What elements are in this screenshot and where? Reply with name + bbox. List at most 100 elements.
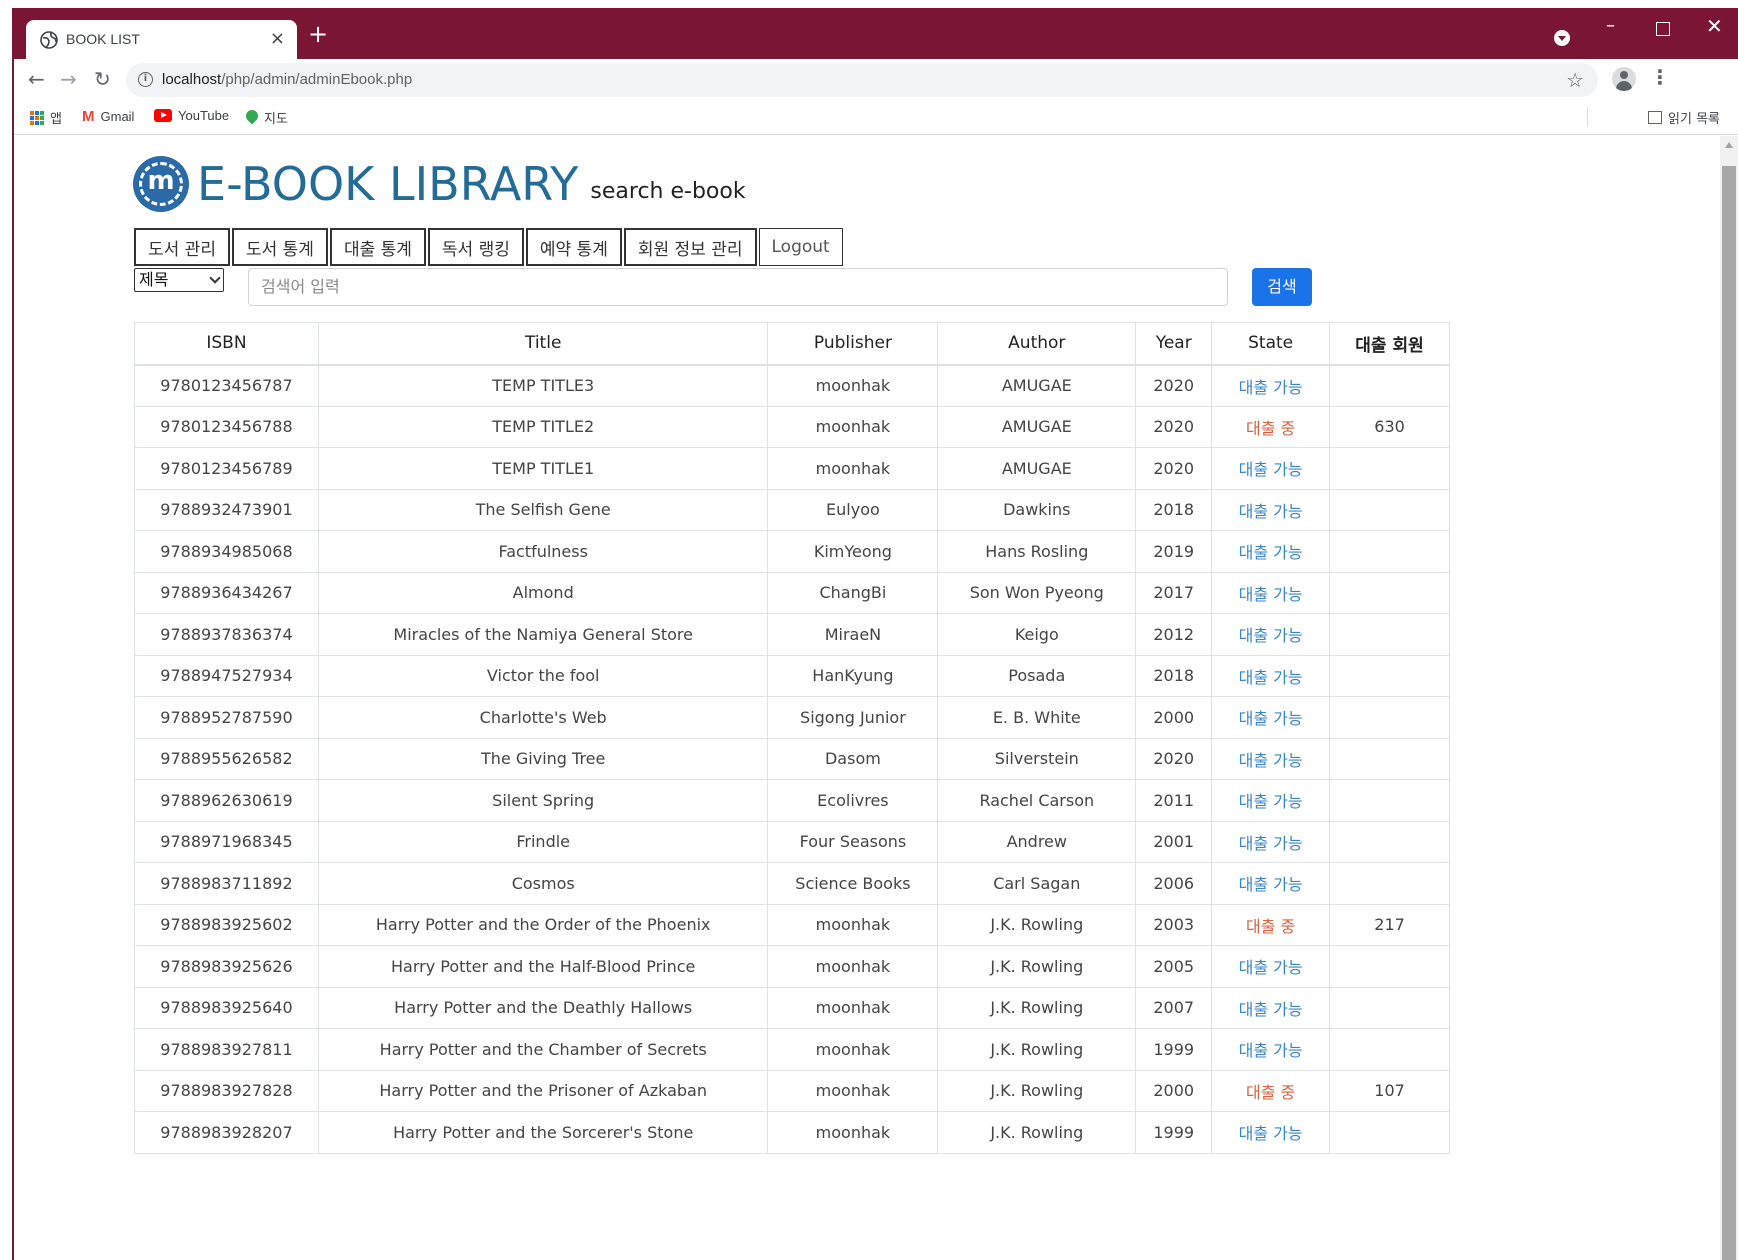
bookmark-apps[interactable]: 앱 xyxy=(30,108,62,127)
table-row[interactable]: 9788955626582 The Giving Tree Dasom Silvers… xyxy=(134,737,1450,780)
cell-state[interactable]: 대출 가능 xyxy=(1211,1028,1331,1071)
cell-state[interactable]: 대출 가능 xyxy=(1211,696,1331,739)
table-row[interactable]: 9780123456787 TEMP TITLE3 moonhak AMUGAE 202… xyxy=(134,364,1450,407)
bookmark-maps[interactable]: 지도 xyxy=(246,108,288,127)
url-text[interactable]: localhost/php/admin/adminEbook.php xyxy=(162,71,412,88)
menu-book-management[interactable]: 도서 관리 xyxy=(134,228,230,266)
table-row[interactable]: 9788962630619 Silent Spring Ecolivres Rache… xyxy=(134,779,1450,822)
cell-title: Harry Potter and the Half-Blood Prince xyxy=(317,945,769,988)
info-icon[interactable]: i xyxy=(138,72,153,87)
cell-state[interactable]: 대출 가능 xyxy=(1211,613,1331,656)
cell-isbn: 9788934985068 xyxy=(134,530,319,573)
cell-isbn: 9780123456788 xyxy=(134,405,319,448)
table-row[interactable]: 9788937836374 Miracles of the Namiya Gene… xyxy=(134,613,1450,656)
cell-state[interactable]: 대출 가능 xyxy=(1211,530,1331,573)
table-row[interactable]: 9788983925626 Harry Potter and the Half-B… xyxy=(134,945,1450,988)
cell-year: 2000 xyxy=(1135,696,1213,739)
cell-state[interactable]: 대출 가능 xyxy=(1211,737,1331,780)
cell-isbn: 9788983711892 xyxy=(134,862,319,905)
page-scrollbar[interactable] xyxy=(1720,136,1738,1260)
table-row[interactable]: 9788936434267 Almond ChangBi Son Won Pyeong… xyxy=(134,571,1450,614)
cell-state[interactable]: 대출 가능 xyxy=(1211,364,1331,407)
cell-author: Son Won Pyeong xyxy=(937,571,1137,614)
profile-avatar-icon[interactable] xyxy=(1612,67,1636,91)
cell-borrower xyxy=(1329,488,1450,531)
cell-title: TEMP TITLE3 xyxy=(317,364,769,407)
profile-dropdown-icon[interactable] xyxy=(1554,30,1570,46)
table-row[interactable]: 9788934985068 Factfulness KimYeong Hans Ros… xyxy=(134,530,1450,573)
cell-state[interactable]: 대출 가능 xyxy=(1211,488,1331,531)
admin-menu: 도서 관리 도서 통계 대출 통계 독서 랭킹 예약 통계 회원 정보 관리 L… xyxy=(134,228,843,266)
cell-publisher: Dasom xyxy=(767,737,939,780)
cell-state[interactable]: 대출 가능 xyxy=(1211,862,1331,905)
cell-state[interactable]: 대출 가능 xyxy=(1211,571,1331,614)
cell-isbn: 9788983925640 xyxy=(134,986,319,1029)
cell-state[interactable]: 대출 가능 xyxy=(1211,447,1331,490)
minimize-icon[interactable]: – xyxy=(1606,16,1615,36)
cell-isbn: 9788937836374 xyxy=(134,613,319,656)
cell-state[interactable]: 대출 가능 xyxy=(1211,654,1331,697)
menu-member-management[interactable]: 회원 정보 관리 xyxy=(623,228,757,266)
table-row[interactable]: 9788932473901 The Selfish Gene Eulyoo Dawki… xyxy=(134,488,1450,531)
cell-state[interactable]: 대출 가능 xyxy=(1211,820,1331,863)
table-row[interactable]: 9788971968345 Frindle Four Seasons Andrew 20… xyxy=(134,820,1450,863)
menu-reservation-stats[interactable]: 예약 통계 xyxy=(525,228,622,266)
cell-borrower xyxy=(1329,862,1450,905)
scroll-up-icon[interactable] xyxy=(1725,142,1733,148)
cell-state[interactable]: 대출 중 xyxy=(1211,1069,1331,1112)
cell-borrower xyxy=(1329,945,1450,988)
cell-isbn: 9788947527934 xyxy=(134,654,319,697)
table-row[interactable]: 9788983711892 Cosmos Science Books Carl Sag… xyxy=(134,862,1450,905)
bookmark-star-icon[interactable]: ☆ xyxy=(1566,68,1584,92)
table-row[interactable]: 9780123456788 TEMP TITLE2 moonhak AMUGAE 202… xyxy=(134,405,1450,448)
reload-icon[interactable]: ↻ xyxy=(94,67,111,91)
kebab-menu-icon[interactable]: ⋮ xyxy=(1650,65,1670,89)
cell-author: J.K. Rowling xyxy=(937,1069,1137,1112)
scroll-thumb[interactable] xyxy=(1722,166,1736,1260)
menu-loan-stats[interactable]: 대출 통계 xyxy=(329,228,426,266)
forward-arrow-icon[interactable]: → xyxy=(60,67,77,91)
logout-button[interactable]: Logout xyxy=(758,228,843,266)
search-field-select[interactable]: 제목 xyxy=(134,268,224,292)
table-row[interactable]: 9788983925640 Harry Potter and the Deathl… xyxy=(134,986,1450,1029)
table-row[interactable]: 9788952787590 Charlotte's Web Sigong Junio… xyxy=(134,696,1450,739)
cell-state[interactable]: 대출 가능 xyxy=(1211,1111,1331,1154)
bookmark-youtube[interactable]: YouTube xyxy=(154,108,229,123)
cell-title: Cosmos xyxy=(317,862,769,905)
cell-state[interactable]: 대출 가능 xyxy=(1211,779,1331,822)
table-row[interactable]: 9788983928207 Harry Potter and the Sorcer… xyxy=(134,1111,1450,1154)
cell-state[interactable]: 대출 가능 xyxy=(1211,945,1331,988)
address-bar[interactable]: i localhost/php/admin/adminEbook.php ☆ xyxy=(126,63,1598,97)
reading-list-button[interactable]: 읽기 목록 xyxy=(1648,108,1720,127)
new-tab-button[interactable]: + xyxy=(308,22,328,46)
globe-icon xyxy=(40,31,58,49)
cell-author: Andrew xyxy=(937,820,1137,863)
cell-state[interactable]: 대출 중 xyxy=(1211,903,1331,946)
table-row[interactable]: 9788947527934 Victor the fool HanKyung Posa… xyxy=(134,654,1450,697)
chevron-down-icon xyxy=(209,272,221,284)
cell-title: Almond xyxy=(317,571,769,614)
menu-reading-ranking[interactable]: 독서 랭킹 xyxy=(427,228,524,266)
cell-state[interactable]: 대출 중 xyxy=(1211,405,1331,448)
table-row[interactable]: 9788983925602 Harry Potter and the Order … xyxy=(134,903,1450,946)
menu-book-stats[interactable]: 도서 통계 xyxy=(231,228,328,266)
table-row[interactable]: 9788983927811 Harry Potter and the Chambe… xyxy=(134,1028,1450,1071)
cell-title: Harry Potter and the Deathly Hallows xyxy=(317,986,769,1029)
cell-year: 2000 xyxy=(1135,1069,1213,1112)
cell-year: 2012 xyxy=(1135,613,1213,656)
tab-close-icon[interactable]: × xyxy=(270,28,285,49)
table-row[interactable]: 9788983927828 Harry Potter and the Prison… xyxy=(134,1069,1450,1112)
cell-state[interactable]: 대출 가능 xyxy=(1211,986,1331,1029)
browser-tab[interactable]: BOOK LIST × xyxy=(26,20,297,59)
search-button[interactable]: 검색 xyxy=(1252,268,1312,306)
close-window-icon[interactable]: ✕ xyxy=(1706,16,1723,36)
cell-author: Dawkins xyxy=(937,488,1137,531)
bookmark-gmail[interactable]: M Gmail xyxy=(82,108,134,125)
table-row[interactable]: 9780123456789 TEMP TITLE1 moonhak AMUGAE 202… xyxy=(134,447,1450,490)
cell-publisher: moonhak xyxy=(767,1069,939,1112)
cell-isbn: 9788983925602 xyxy=(134,903,319,946)
header-publisher: Publisher xyxy=(767,322,939,366)
back-arrow-icon[interactable]: ← xyxy=(28,67,45,91)
maximize-icon[interactable] xyxy=(1656,22,1670,36)
search-input[interactable]: 검색어 입력 xyxy=(248,268,1228,306)
